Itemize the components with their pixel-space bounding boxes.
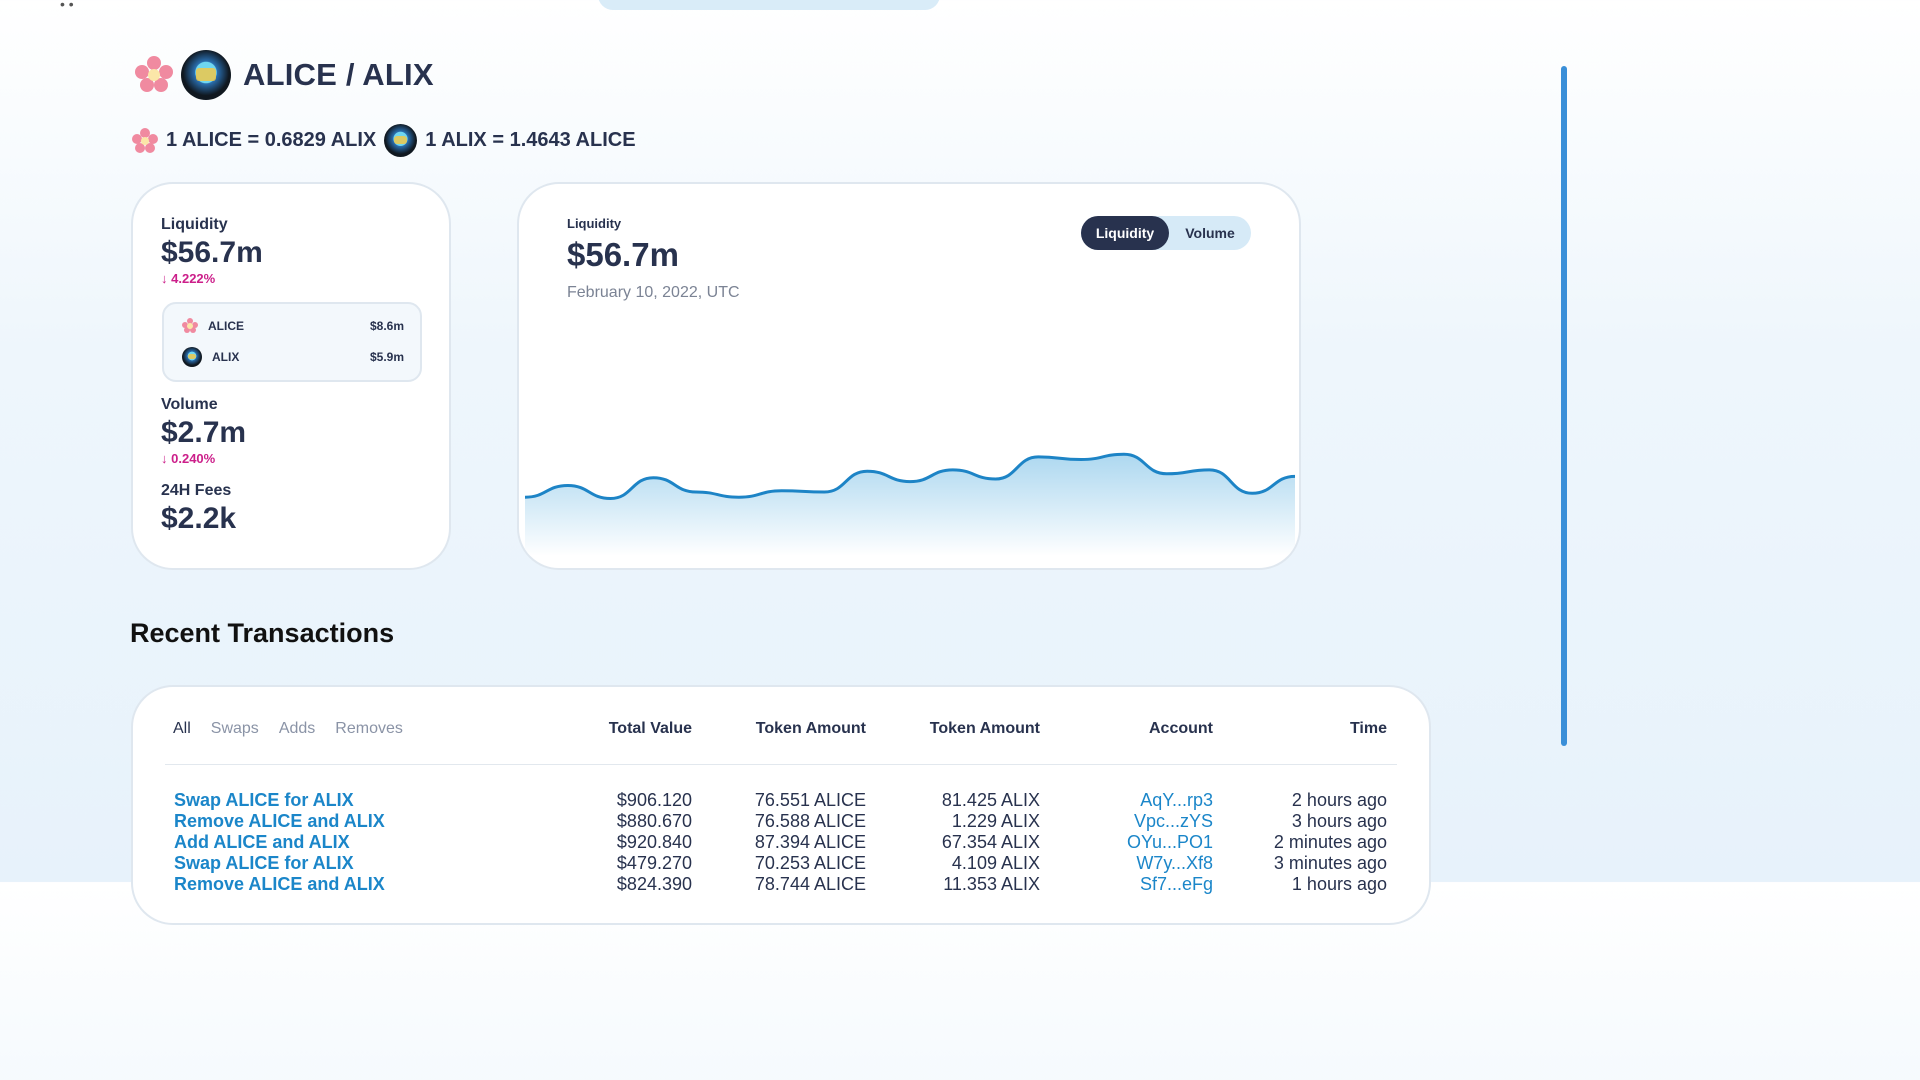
transactions-card: All Swaps Adds Removes Total Value Token…: [131, 685, 1431, 925]
table-row: Add ALICE and ALIX $920.840 87.394 ALICE…: [133, 832, 1429, 853]
top-search-pill[interactable]: [598, 0, 940, 10]
page-title: ALICE / ALIX: [243, 57, 434, 92]
volume-label: Volume: [161, 396, 218, 413]
token-breakdown: ALICE $8.6m ALIX $5.9m: [162, 302, 422, 382]
tx-amount-a: 87.394 ALICE: [754, 832, 866, 852]
tx-total: $906.120: [616, 790, 692, 810]
token-symbol: ALIX: [212, 350, 240, 364]
tx-total: $920.840: [616, 832, 692, 852]
tx-account-link[interactable]: AqY...rp3: [1140, 790, 1213, 811]
chart-date: February 10, 2022, UTC: [567, 284, 740, 301]
tx-account-link[interactable]: W7y...Xf8: [1136, 853, 1213, 874]
toggle-volume-button[interactable]: Volume: [1169, 216, 1251, 250]
token-row: ALICE $8.6m: [182, 316, 404, 336]
tx-amount-a: 78.744 ALICE: [754, 874, 866, 894]
alice-flower-icon: [135, 56, 173, 94]
rate-alix-to-alice: 1 ALIX = 1.4643 ALICE: [425, 129, 636, 151]
table-row: Remove ALICE and ALIX $880.670 76.588 AL…: [133, 811, 1429, 832]
tx-account-link[interactable]: Vpc...zYS: [1134, 811, 1213, 832]
alice-flower-icon: [182, 318, 198, 334]
tx-time: 3 hours ago: [1291, 811, 1387, 831]
header-divider: [165, 764, 1397, 765]
liquidity-value: $56.7m: [161, 236, 263, 269]
volume-change-value: 0.240%: [171, 451, 216, 466]
transaction-filters: All Swaps Adds Removes: [173, 720, 403, 738]
scrollbar[interactable]: [1560, 0, 1568, 882]
fees-label: 24H Fees: [161, 482, 232, 499]
tx-amount-b: 11.353 ALIX: [943, 874, 1040, 894]
filter-swaps[interactable]: Swaps: [211, 720, 259, 738]
filter-adds[interactable]: Adds: [279, 720, 315, 738]
chart-value: $56.7m: [567, 236, 679, 273]
token-symbol: ALICE: [208, 319, 244, 333]
tx-action-link[interactable]: Swap ALICE for ALIX: [174, 853, 354, 874]
volume-value: $2.7m: [161, 416, 247, 449]
token-value: $5.9m: [369, 350, 404, 364]
liquidity-label: Liquidity: [161, 216, 228, 233]
toggle-liquidity-button[interactable]: Liquidity: [1081, 216, 1169, 250]
chart-toggle: Liquidity Volume: [1081, 216, 1251, 250]
tx-amount-b: 1.229 ALIX: [951, 811, 1040, 831]
tx-account-link[interactable]: OYu...PO1: [1127, 832, 1213, 853]
filter-all[interactable]: All: [173, 720, 191, 738]
tx-amount-b: 4.109 ALIX: [951, 853, 1040, 873]
alix-coin-icon: [182, 347, 202, 367]
header-account[interactable]: Account: [1149, 720, 1213, 738]
tx-amount-a: 70.253 ALICE: [754, 853, 866, 873]
token-value: $8.6m: [369, 319, 404, 333]
stats-card: Liquidity $56.7m ↓ 4.222% ALICE $8.6m AL…: [131, 182, 451, 570]
tx-action-link[interactable]: Add ALICE and ALIX: [174, 832, 350, 853]
pair-header: ALICE / ALIX: [135, 50, 434, 100]
liquidity-change: ↓ 4.222%: [161, 271, 215, 286]
tx-amount-b: 67.354 ALIX: [941, 832, 1040, 852]
chart-area-fill: [525, 454, 1295, 556]
alix-coin-icon: [384, 124, 418, 157]
liquidity-change-value: 4.222%: [171, 271, 216, 286]
arrow-down-icon: ↓: [161, 271, 168, 286]
header-token-amount-b[interactable]: Token Amount: [930, 720, 1040, 738]
fees-value: $2.2k: [161, 502, 237, 535]
tx-amount-a: 76.551 ALICE: [754, 790, 866, 810]
tx-account-link[interactable]: Sf7...eFg: [1140, 874, 1213, 895]
tx-total: $824.390: [616, 874, 692, 894]
header-token-amount-a[interactable]: Token Amount: [756, 720, 866, 738]
table-row: Swap ALICE for ALIX $479.270 70.253 ALIC…: [133, 853, 1429, 874]
tx-total: $880.670: [616, 811, 692, 831]
alice-flower-icon: [132, 127, 158, 154]
section-title: Recent Transactions: [130, 618, 395, 648]
chart-label: Liquidity: [567, 216, 622, 231]
token-row: ALIX $5.9m: [182, 347, 404, 367]
table-row: Swap ALICE for ALIX $906.120 76.551 ALIC…: [133, 790, 1429, 811]
tx-action-link[interactable]: Remove ALICE and ALIX: [174, 811, 385, 832]
tx-time: 3 minutes ago: [1273, 853, 1387, 873]
chart-card: Liquidity $56.7m February 10, 2022, UTC …: [517, 182, 1301, 570]
tx-action-link[interactable]: Swap ALICE for ALIX: [174, 790, 354, 811]
header-total-value[interactable]: Total Value: [609, 720, 692, 738]
tx-time: 2 hours ago: [1291, 790, 1387, 810]
top-nav-fragment: • •: [60, 0, 74, 12]
table-row: Remove ALICE and ALIX $824.390 78.744 AL…: [133, 874, 1429, 895]
alix-coin-icon: [181, 50, 231, 100]
tx-amount-b: 81.425 ALIX: [941, 790, 1040, 810]
rate-alice-to-alix: 1 ALICE = 0.6829 ALIX: [166, 129, 377, 151]
volume-change: ↓ 0.240%: [161, 451, 215, 466]
header-time[interactable]: Time: [1350, 720, 1387, 738]
filter-removes[interactable]: Removes: [335, 720, 403, 738]
scrollbar-thumb[interactable]: [1561, 66, 1567, 746]
exchange-rates: 1 ALICE = 0.6829 ALIX 1 ALIX = 1.4643 AL…: [132, 124, 636, 157]
tx-amount-a: 76.588 ALICE: [754, 811, 866, 831]
tx-time: 1 hours ago: [1291, 874, 1387, 894]
tx-action-link[interactable]: Remove ALICE and ALIX: [174, 874, 385, 895]
tx-total: $479.270: [616, 853, 692, 873]
arrow-down-icon: ↓: [161, 451, 168, 466]
tx-time: 2 minutes ago: [1273, 832, 1387, 852]
